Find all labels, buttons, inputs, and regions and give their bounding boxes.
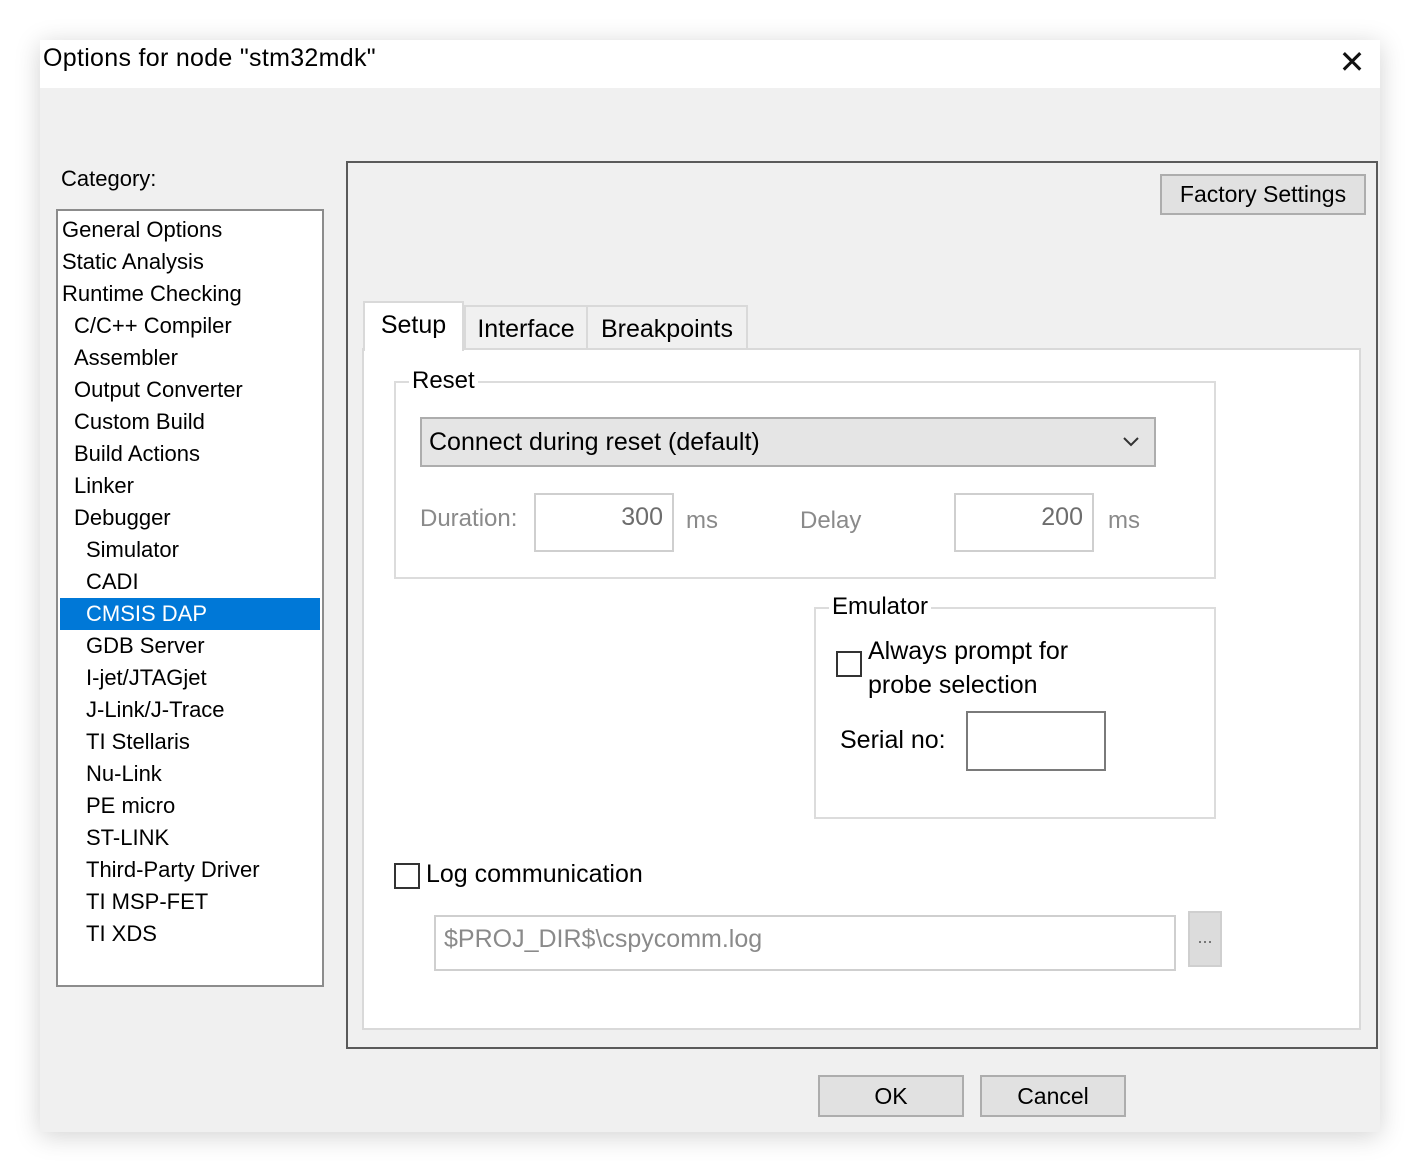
serial-input[interactable] bbox=[966, 711, 1106, 771]
reset-mode-value: Connect during reset (default) bbox=[429, 428, 760, 456]
log-browse-button[interactable]: ... bbox=[1188, 911, 1222, 967]
duration-input[interactable]: 300 bbox=[534, 493, 674, 552]
options-dialog: Options for node "stm32mdk" ✕ Category: … bbox=[40, 40, 1380, 1132]
delay-input[interactable]: 200 bbox=[954, 493, 1094, 552]
log-path-input[interactable]: $PROJ_DIR$\cspycomm.log bbox=[434, 915, 1176, 971]
cancel-button[interactable]: Cancel bbox=[980, 1075, 1126, 1117]
category-item-cadi[interactable]: CADI bbox=[86, 566, 346, 598]
always-prompt-label-line2: probe selection bbox=[868, 671, 1038, 699]
category-item-simulator[interactable]: Simulator bbox=[86, 534, 346, 566]
category-item-ti-msp-fet[interactable]: TI MSP-FET bbox=[86, 886, 346, 918]
delay-label: Delay bbox=[800, 507, 862, 534]
category-item-linker[interactable]: Linker bbox=[74, 470, 334, 502]
chevron-down-icon bbox=[1123, 437, 1139, 447]
always-prompt-label: Always prompt for probe selection bbox=[868, 634, 1068, 702]
factory-settings-button[interactable]: Factory Settings bbox=[1160, 174, 1366, 215]
category-item-static-analysis[interactable]: Static Analysis bbox=[62, 246, 322, 278]
emulator-legend: Emulator bbox=[829, 593, 932, 621]
tab-breakpoints[interactable]: Breakpoints bbox=[586, 305, 748, 351]
duration-unit: ms bbox=[686, 507, 718, 534]
category-item-debugger[interactable]: Debugger bbox=[74, 502, 334, 534]
category-item-runtime-checking[interactable]: Runtime Checking bbox=[62, 278, 322, 310]
category-item-third-party-driver[interactable]: Third-Party Driver bbox=[86, 854, 346, 886]
serial-label: Serial no: bbox=[840, 726, 946, 754]
close-icon[interactable]: ✕ bbox=[1332, 42, 1372, 82]
tab-interface[interactable]: Interface bbox=[464, 305, 588, 351]
category-item-nu-link[interactable]: Nu-Link bbox=[86, 758, 346, 790]
category-item-ti-stellaris[interactable]: TI Stellaris bbox=[86, 726, 346, 758]
category-item-cmsis-dap[interactable]: CMSIS DAP bbox=[60, 598, 320, 630]
log-communication-label: Log communication bbox=[426, 860, 643, 888]
reset-legend: Reset bbox=[409, 367, 478, 395]
duration-label: Duration: bbox=[420, 505, 518, 532]
tab-setup[interactable]: Setup bbox=[363, 301, 464, 351]
window-title: Options for node "stm32mdk" bbox=[43, 44, 376, 72]
category-item-output-converter[interactable]: Output Converter bbox=[74, 374, 334, 406]
always-prompt-label-line1: Always prompt for bbox=[868, 637, 1069, 665]
category-item-custom-build[interactable]: Custom Build bbox=[74, 406, 334, 438]
category-item-build-actions[interactable]: Build Actions bbox=[74, 438, 334, 470]
category-item-assembler[interactable]: Assembler bbox=[74, 342, 334, 374]
always-prompt-checkbox[interactable] bbox=[836, 651, 862, 677]
category-item-j-link-j-trace[interactable]: J-Link/J-Trace bbox=[86, 694, 346, 726]
delay-unit: ms bbox=[1108, 507, 1140, 534]
category-item-general-options[interactable]: General Options bbox=[62, 214, 322, 246]
title-bar: Options for node "stm32mdk" ✕ bbox=[40, 40, 1380, 88]
category-item-gdb-server[interactable]: GDB Server bbox=[86, 630, 346, 662]
ok-button[interactable]: OK bbox=[818, 1075, 964, 1117]
reset-mode-select[interactable]: Connect during reset (default) bbox=[420, 417, 1156, 467]
log-communication-checkbox[interactable] bbox=[394, 863, 420, 889]
category-list[interactable]: General Options Static Analysis Runtime … bbox=[56, 209, 324, 987]
category-item-i-jet-jtagjet[interactable]: I-jet/JTAGjet bbox=[86, 662, 346, 694]
category-item-ti-xds[interactable]: TI XDS bbox=[86, 918, 346, 950]
category-item-c-cpp-compiler[interactable]: C/C++ Compiler bbox=[74, 310, 334, 342]
category-label: Category: bbox=[61, 166, 157, 191]
category-item-pe-micro[interactable]: PE micro bbox=[86, 790, 346, 822]
category-item-st-link[interactable]: ST-LINK bbox=[86, 822, 346, 854]
